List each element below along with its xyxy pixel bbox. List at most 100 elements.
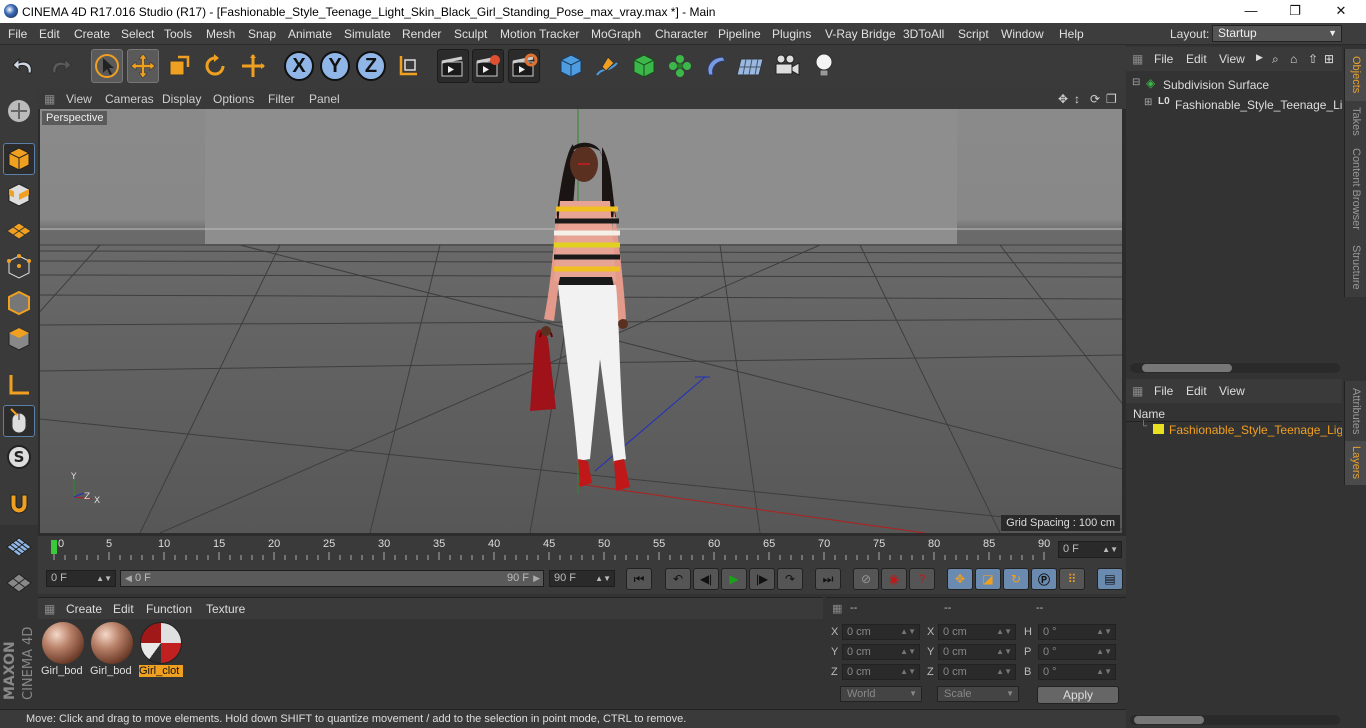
- timeline-ruler[interactable]: 0 5 10 15 20 25 30 35 40 45 50 55 60 65 70 75 80 85 90 0 F…: [38, 536, 1126, 564]
- more-arrow-icon[interactable]: ▶: [1256, 52, 1263, 63]
- tab-structure[interactable]: Structure: [1344, 237, 1366, 297]
- render-settings-button[interactable]: [508, 49, 540, 83]
- key-parameter-button[interactable]: Ⓟ: [1031, 568, 1057, 590]
- tab-objects[interactable]: Objects: [1344, 49, 1366, 101]
- pos-z-field[interactable]: 0 cm ▲▼: [842, 664, 920, 680]
- move-tool-button[interactable]: [127, 49, 159, 83]
- next-key-button[interactable]: ↷: [777, 568, 803, 590]
- layers-menu-edit[interactable]: Edit: [1186, 384, 1207, 398]
- search-icon[interactable]: ⌕: [1272, 52, 1279, 67]
- menu-help[interactable]: Help: [1059, 27, 1084, 41]
- menu-script[interactable]: Script: [958, 27, 989, 41]
- playhead-marker[interactable]: [51, 540, 57, 554]
- collapse-icon[interactable]: ⊟: [1132, 77, 1140, 88]
- z-axis-lock-button[interactable]: Z: [356, 51, 386, 81]
- timeline-window-button[interactable]: ▤: [1097, 568, 1123, 590]
- menu-3dtoall[interactable]: 3DToAll: [903, 27, 944, 41]
- camera-button[interactable]: [771, 49, 803, 83]
- go-to-start-button[interactable]: ⏮: [626, 568, 652, 590]
- viewport-menu-display[interactable]: Display: [162, 92, 201, 106]
- drag-handle-icon[interactable]: ▦: [1132, 384, 1143, 398]
- snap-button[interactable]: S: [3, 441, 35, 473]
- drag-handle-icon[interactable]: ▦: [1132, 52, 1143, 66]
- range-left-arrow-icon[interactable]: ◀: [125, 573, 132, 583]
- material-menu-function[interactable]: Function: [146, 602, 192, 616]
- light-button[interactable]: [808, 49, 840, 83]
- transform-tool-button[interactable]: [237, 49, 269, 83]
- record-keys-button[interactable]: ⊘: [853, 568, 879, 590]
- scale-tool-button[interactable]: [163, 49, 195, 83]
- redo-button[interactable]: [44, 49, 76, 83]
- objects-menu-file[interactable]: File: [1154, 52, 1173, 66]
- menu-mesh[interactable]: Mesh: [206, 27, 235, 41]
- menu-snap[interactable]: Snap: [248, 27, 276, 41]
- viewport-menu-panel[interactable]: Panel: [309, 92, 340, 106]
- live-selection-button[interactable]: [91, 49, 123, 83]
- render-view-button[interactable]: [437, 49, 469, 83]
- axis-mode-button[interactable]: [3, 369, 35, 401]
- size-y-field[interactable]: 0 cm ▲▼: [938, 644, 1016, 660]
- locked-workplane-button[interactable]: [3, 567, 35, 599]
- layers-menu-file[interactable]: File: [1154, 384, 1173, 398]
- cloner-button[interactable]: [664, 49, 696, 83]
- keyframe-selection-button[interactable]: ?: [909, 568, 935, 590]
- scrollbar-thumb[interactable]: [1134, 716, 1204, 724]
- y-axis-lock-button[interactable]: Y: [320, 51, 350, 81]
- tab-content-browser[interactable]: Content Browser: [1344, 141, 1366, 237]
- cube-primitive-button[interactable]: [555, 49, 587, 83]
- key-scale-button[interactable]: ◪: [975, 568, 1001, 590]
- menu-sculpt[interactable]: Sculpt: [454, 27, 487, 41]
- tab-layers[interactable]: Layers: [1344, 441, 1366, 485]
- tab-attributes[interactable]: Attributes: [1344, 381, 1366, 441]
- floor-button[interactable]: [734, 49, 766, 83]
- viewport-menu-filter[interactable]: Filter: [268, 92, 295, 106]
- rotate-tool-button[interactable]: [199, 49, 231, 83]
- drag-handle-icon[interactable]: ▦: [832, 602, 842, 615]
- viewport-menu-view[interactable]: View: [66, 92, 92, 106]
- size-z-field[interactable]: 0 cm ▲▼: [938, 664, 1016, 680]
- viewport-rotate-icon[interactable]: ⟳: [1090, 92, 1100, 106]
- menu-render[interactable]: Render: [402, 27, 441, 41]
- edges-mode-button[interactable]: [3, 287, 35, 319]
- layers-scrollbar[interactable]: [1130, 715, 1340, 725]
- pos-y-field[interactable]: 0 cm ▲▼: [842, 644, 920, 660]
- material-swatch-selected[interactable]: Girl_clot: [139, 622, 183, 678]
- viewport-toggle-icon[interactable]: ❐: [1106, 92, 1117, 106]
- layer-row[interactable]: └ Fashionable_Style_Teenage_Light: [1126, 419, 1342, 439]
- expand-icon[interactable]: ⊞: [1144, 97, 1152, 108]
- object-row-mesh[interactable]: ⊞ L0 Fashionable_Style_Teenage_Light: [1126, 94, 1342, 114]
- pen-spline-button[interactable]: [591, 49, 623, 83]
- menu-window[interactable]: Window: [1001, 27, 1044, 41]
- drag-handle-icon[interactable]: ▦: [44, 602, 55, 616]
- deformer-button[interactable]: [700, 49, 732, 83]
- minimize-button[interactable]: —: [1228, 0, 1274, 23]
- preview-range-slider[interactable]: ◀ 0 F 90 F ▶: [120, 570, 544, 587]
- new-window-icon[interactable]: ⊞: [1324, 52, 1334, 66]
- undo-button[interactable]: [8, 49, 40, 83]
- menu-motion-tracker[interactable]: Motion Tracker: [500, 27, 579, 41]
- previous-key-button[interactable]: ↶: [665, 568, 691, 590]
- layer-color-swatch[interactable]: [1153, 424, 1164, 434]
- pos-x-field[interactable]: 0 cm ▲▼: [842, 624, 920, 640]
- enable-axis-grid-button[interactable]: [3, 531, 35, 563]
- menu-create[interactable]: Create: [74, 27, 110, 41]
- size-x-field[interactable]: 0 cm ▲▼: [938, 624, 1016, 640]
- make-editable-button[interactable]: [3, 95, 35, 127]
- key-position-button[interactable]: ✥: [947, 568, 973, 590]
- workplane-mode-button[interactable]: [3, 215, 35, 247]
- end-frame-field[interactable]: 90 F ▲▼: [549, 570, 615, 587]
- material-menu-texture[interactable]: Texture: [206, 602, 245, 616]
- material-swatch[interactable]: Girl_bod: [41, 622, 85, 678]
- size-mode-dropdown[interactable]: Scale ▼: [937, 686, 1019, 702]
- menu-simulate[interactable]: Simulate: [344, 27, 391, 41]
- viewport-pan-icon[interactable]: ✥: [1058, 92, 1068, 106]
- menu-character[interactable]: Character: [655, 27, 708, 41]
- play-button[interactable]: ▶: [721, 568, 747, 590]
- menu-select[interactable]: Select: [121, 27, 154, 41]
- maximize-button[interactable]: ❐: [1272, 0, 1318, 23]
- polygons-mode-button[interactable]: [3, 323, 35, 355]
- objects-menu-edit[interactable]: Edit: [1186, 52, 1207, 66]
- menu-plugins[interactable]: Plugins: [772, 27, 811, 41]
- objects-scrollbar[interactable]: [1130, 363, 1340, 373]
- tweak-mode-button[interactable]: [3, 405, 35, 437]
